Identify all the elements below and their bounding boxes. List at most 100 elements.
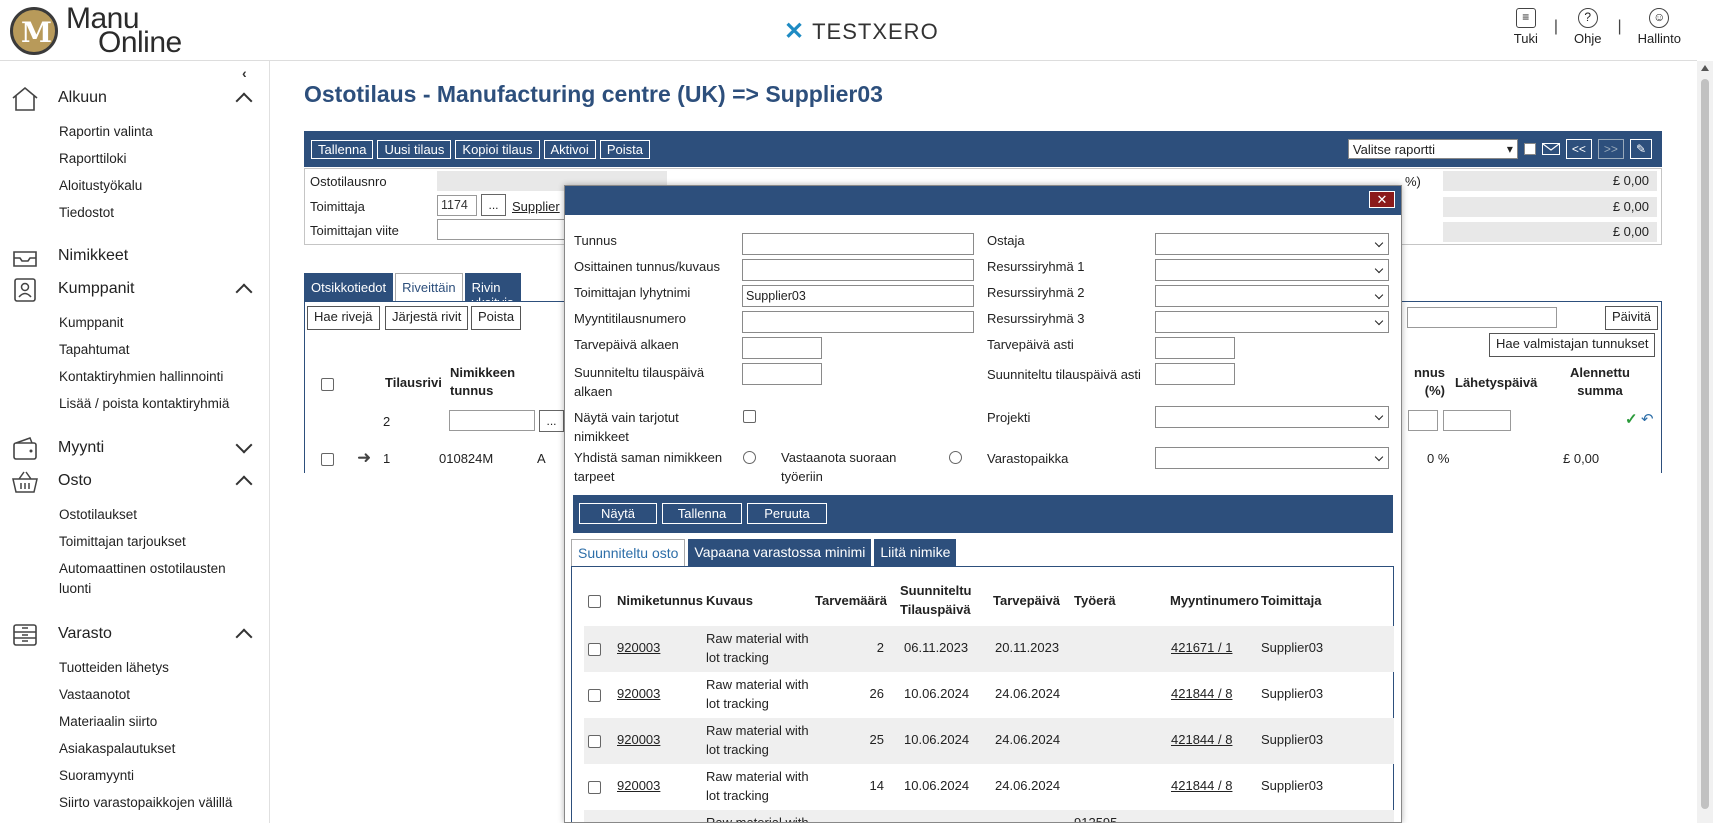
new-order-button[interactable]: Uusi tilaus xyxy=(377,140,452,159)
sidebar-link-material-transfer[interactable]: Materiaalin siirto xyxy=(0,708,270,735)
planned-date-to-input[interactable] xyxy=(1155,363,1235,385)
paperclip-icon[interactable]: ✎ xyxy=(1629,139,1652,159)
row-sales-number-link[interactable]: 421844 / 8 xyxy=(1171,684,1232,703)
table-row[interactable]: 920003 Raw material with lot tracking 14… xyxy=(584,764,1394,810)
row-checkbox[interactable] xyxy=(321,453,334,466)
resource-group-3-select[interactable] xyxy=(1155,311,1389,333)
update-button[interactable]: Päivitä xyxy=(1605,306,1659,330)
planned-date-from-input[interactable] xyxy=(742,363,822,385)
apply-filter-check-icon[interactable]: ✓ xyxy=(1625,410,1638,428)
sidebar-item-osto[interactable]: Osto xyxy=(0,466,270,496)
next-button[interactable]: >> xyxy=(1597,139,1624,159)
row-item-code-link[interactable]: 920003 xyxy=(617,776,660,795)
save-button[interactable]: Tallenna xyxy=(662,503,742,524)
delete-rows-button[interactable]: Poista xyxy=(471,306,522,330)
sidebar-link-location-transfer[interactable]: Siirto varastopaikkojen välillä xyxy=(0,789,270,816)
row-checkbox[interactable] xyxy=(588,781,601,794)
row-checkbox[interactable] xyxy=(588,643,601,656)
show-button[interactable]: Näytä xyxy=(579,503,657,524)
close-icon[interactable]: ✕ xyxy=(1369,191,1395,208)
tab-free-stock-minimum[interactable]: Vapaana varastossa minimi xyxy=(688,539,872,567)
sidebar-link-customer-returns[interactable]: Asiakaspalautukset xyxy=(0,735,270,762)
copy-order-button[interactable]: Kopioi tilaus xyxy=(455,140,540,159)
select-all-checkbox[interactable] xyxy=(588,595,601,608)
resource-group-2-select[interactable] xyxy=(1155,285,1389,307)
sidebar-item-varasto[interactable]: Varasto xyxy=(0,619,270,649)
code-input[interactable] xyxy=(742,233,974,255)
filter-ship-date-input[interactable] xyxy=(1443,410,1511,431)
select-all-checkbox[interactable] xyxy=(321,378,334,391)
chevron-down-icon[interactable] xyxy=(235,436,253,454)
sort-rows-button[interactable]: Järjestä rivit xyxy=(385,306,469,330)
collapse-sidebar-icon[interactable]: ‹ xyxy=(242,65,247,81)
fetch-manufacturer-codes-button[interactable]: Hae valmistajan tunnukset xyxy=(1489,333,1656,357)
undo-icon[interactable]: ↶ xyxy=(1641,410,1654,428)
need-date-from-input[interactable] xyxy=(742,337,822,359)
sidebar-link-shipments[interactable]: Tuotteiden lähetys xyxy=(0,654,270,681)
buyer-select[interactable] xyxy=(1155,233,1389,255)
sidebar-link-add-remove-groups[interactable]: Lisää / poista kontaktiryhmiä xyxy=(0,390,270,417)
sidebar-item-alkuun[interactable]: Alkuun xyxy=(0,83,270,113)
combine-needs-radio[interactable] xyxy=(743,451,756,464)
resource-group-1-select[interactable] xyxy=(1155,259,1389,281)
email-icon[interactable] xyxy=(1541,143,1560,155)
help-link[interactable]: ? Ohje xyxy=(1574,8,1601,46)
chevron-up-icon[interactable] xyxy=(235,475,253,493)
scroll-up-icon[interactable] xyxy=(1701,65,1709,71)
filter-discount-input[interactable] xyxy=(1408,410,1438,431)
direct-receive-radio[interactable] xyxy=(949,451,962,464)
sidebar-link-receipts[interactable]: Vastaanotot xyxy=(0,681,270,708)
sidebar-link-report-log[interactable]: Raporttiloki xyxy=(0,145,270,172)
sidebar-link-purchase-orders[interactable]: Ostotilaukset xyxy=(0,501,270,528)
grid-search-input[interactable] xyxy=(1407,307,1557,328)
row-checkbox[interactable] xyxy=(588,735,601,748)
filter-lookup-button[interactable]: ... xyxy=(539,410,564,432)
sidebar-link-files[interactable]: Tiedostot xyxy=(0,199,270,226)
table-row[interactable]: 920003 Raw material with lot tracking 2 … xyxy=(584,626,1394,672)
sidebar-item-nimikkeet[interactable]: Nimikkeet xyxy=(0,241,270,271)
supplier-link[interactable]: Supplier xyxy=(512,197,560,216)
support-link[interactable]: ≡ Tuki xyxy=(1514,8,1538,46)
sidebar-link-direct-sales[interactable]: Suoramyynti xyxy=(0,762,270,789)
row-item-code-link[interactable]: 920003 xyxy=(617,684,660,703)
tab-attach-item[interactable]: Liitä nimike xyxy=(874,539,957,567)
chevron-up-icon[interactable] xyxy=(235,628,253,646)
supplier-short-input[interactable]: Supplier03 xyxy=(742,285,974,307)
sidebar-item-kumppanit[interactable]: Kumppanit xyxy=(0,274,270,304)
activate-button[interactable]: Aktivoi xyxy=(543,140,596,159)
chevron-up-icon[interactable] xyxy=(235,283,253,301)
previous-button[interactable]: << xyxy=(1565,139,1592,159)
table-row[interactable]: Raw material with 912595 xyxy=(584,810,1394,822)
row-sales-number-link[interactable]: 421844 / 8 xyxy=(1171,730,1232,749)
delete-button[interactable]: Poista xyxy=(599,140,650,159)
sidebar-link-partners[interactable]: Kumppanit xyxy=(0,309,270,336)
row-item-code-link[interactable]: 920003 xyxy=(617,730,660,749)
row-sales-number-link[interactable]: 421844 / 8 xyxy=(1171,776,1232,795)
supplier-code-input[interactable]: 1174 xyxy=(437,195,477,216)
row-item-code-link[interactable]: 920003 xyxy=(617,638,660,657)
report-select[interactable]: Valitse raportti xyxy=(1347,139,1518,159)
sidebar-link-supplier-quotes[interactable]: Toimittajan tarjoukset xyxy=(0,528,270,555)
sidebar-link-auto-purchase-orders[interactable]: Automaattinen ostotilausten luonti xyxy=(0,555,270,603)
supplier-ref-input[interactable] xyxy=(437,219,567,240)
supplier-lookup-button[interactable]: ... xyxy=(481,194,506,216)
row-arrow-icon[interactable]: ➜ xyxy=(357,448,371,468)
row-checkbox[interactable] xyxy=(588,689,601,702)
scroll-thumb[interactable] xyxy=(1701,79,1709,809)
row-sales-number-link[interactable]: 421671 / 1 xyxy=(1171,638,1232,657)
sidebar-link-report-select[interactable]: Raportin valinta xyxy=(0,118,270,145)
report-checkbox[interactable] xyxy=(1523,143,1536,155)
filter-item-code-input[interactable] xyxy=(449,410,535,431)
vertical-scrollbar[interactable] xyxy=(1697,61,1713,823)
sidebar-link-events[interactable]: Tapahtumat xyxy=(0,336,270,363)
sidebar-link-start-tool[interactable]: Aloitustyökalu xyxy=(0,172,270,199)
warehouse-location-select[interactable] xyxy=(1155,447,1389,469)
offered-only-checkbox[interactable] xyxy=(743,410,756,423)
save-button[interactable]: Tallenna xyxy=(311,140,374,159)
logo[interactable]: Manu Online xyxy=(10,4,182,58)
chevron-up-icon[interactable] xyxy=(235,92,253,110)
table-row[interactable]: 920003 Raw material with lot tracking 25… xyxy=(584,718,1394,764)
cancel-button[interactable]: Peruuta xyxy=(747,503,827,524)
sidebar-link-contact-groups[interactable]: Kontaktiryhmien hallinnointi xyxy=(0,363,270,390)
sidebar-item-myynti[interactable]: Myynti xyxy=(0,433,270,463)
